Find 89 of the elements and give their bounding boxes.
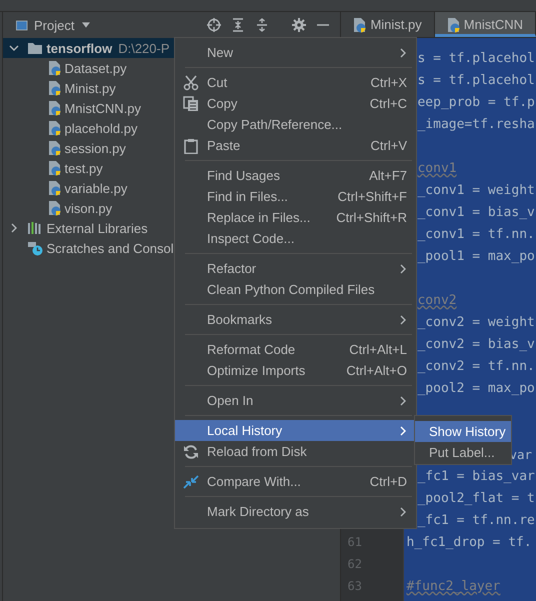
menu-item[interactable]: Replace in Files... Ctrl+Shift+R bbox=[175, 207, 416, 228]
menu-item[interactable]: New bbox=[175, 42, 416, 63]
menu-item[interactable]: Copy Path/Reference... bbox=[175, 114, 416, 135]
refresh-icon bbox=[183, 444, 199, 460]
python-file-icon bbox=[48, 120, 62, 136]
code-line: eep_prob = tf.p bbox=[417, 94, 535, 110]
code-line: s = tf.placehol bbox=[417, 72, 535, 88]
menu-item[interactable]: Reload from Disk bbox=[175, 441, 416, 462]
compare-arrows-icon bbox=[183, 474, 199, 490]
clipboard-icon bbox=[183, 138, 199, 154]
python-file-icon bbox=[353, 16, 366, 32]
menu-item[interactable]: Copy Ctrl+C bbox=[175, 93, 416, 114]
python-file-icon bbox=[48, 60, 62, 76]
menu-item[interactable]: Refactor bbox=[175, 258, 416, 279]
python-file-icon bbox=[48, 160, 62, 176]
tree-item-label[interactable]: Scratches and Consol bbox=[46, 240, 174, 256]
tree-item-label[interactable]: test.py bbox=[64, 160, 103, 176]
menu-item[interactable]: Local History bbox=[175, 420, 416, 441]
python-file-icon bbox=[446, 16, 460, 32]
menu-item[interactable]: Open In bbox=[175, 390, 416, 411]
menu-item[interactable]: Mark Directory as bbox=[175, 501, 416, 522]
code-line: _pool1 = max_po bbox=[417, 248, 535, 264]
chevron-down-icon[interactable] bbox=[9, 43, 20, 53]
code-line: _fc1 = bias_var bbox=[417, 468, 535, 484]
keyboard-shortcut: Alt+F7 bbox=[369, 168, 407, 183]
python-file-icon bbox=[48, 100, 62, 116]
python-file-icon bbox=[48, 180, 62, 196]
tree-item-label[interactable]: Dataset.py bbox=[64, 60, 127, 76]
menu-item[interactable]: Compare With... Ctrl+D bbox=[175, 471, 416, 492]
keyboard-shortcut: Ctrl+Shift+F bbox=[338, 189, 407, 204]
tree-item-label[interactable]: Minist.py bbox=[64, 80, 116, 96]
code-comment: conv1 bbox=[417, 160, 457, 176]
folder-path: D:\220-P bbox=[118, 40, 170, 56]
code-line: _conv2 = weight bbox=[417, 314, 535, 330]
menu-item[interactable]: Find in Files... Ctrl+Shift+F bbox=[175, 186, 416, 207]
tree-item-label[interactable]: tensorflow bbox=[46, 40, 112, 56]
tree-item-label[interactable]: External Libraries bbox=[46, 220, 148, 236]
menu-item[interactable]: Optimize Imports Ctrl+Alt+O bbox=[175, 360, 416, 381]
settings-icon[interactable] bbox=[292, 18, 306, 32]
keyboard-shortcut: Ctrl+Alt+L bbox=[349, 342, 407, 357]
code-comment: conv2 bbox=[417, 292, 457, 308]
code-line: _fc1 = tf.nn.re bbox=[417, 512, 535, 528]
scratch-clock-icon bbox=[27, 240, 44, 256]
code-comment: #func2_layer bbox=[406, 578, 500, 594]
crosshair-icon[interactable] bbox=[207, 18, 222, 32]
code-line: _pool2 = max_po bbox=[417, 380, 535, 396]
tree-item-label[interactable]: session.py bbox=[64, 140, 126, 156]
tree-item-label[interactable]: placehold.py bbox=[64, 120, 138, 136]
keyboard-shortcut: Ctrl+C bbox=[370, 96, 407, 111]
code-line: _conv2 = bias_v bbox=[417, 336, 535, 352]
tree-item-label[interactable]: variable.py bbox=[64, 180, 128, 196]
code-line: _conv1 = bias_v bbox=[417, 204, 535, 220]
code-line: _conv1 = tf.nn. bbox=[417, 226, 535, 242]
python-file-icon bbox=[48, 80, 62, 96]
scissors-icon bbox=[183, 74, 199, 90]
python-file-icon bbox=[48, 140, 62, 156]
keyboard-shortcut: Ctrl+Shift+R bbox=[336, 210, 407, 225]
collapse-all-icon[interactable] bbox=[231, 18, 246, 32]
code-line: s = tf.placehol bbox=[417, 50, 535, 66]
keyboard-shortcut: Ctrl+V bbox=[370, 138, 407, 153]
code-line: _image=tf.resha bbox=[417, 116, 535, 132]
tree-item-label[interactable]: MnistCNN.py bbox=[64, 100, 142, 116]
chevron-right-icon[interactable] bbox=[9, 223, 20, 233]
keyboard-shortcut: Ctrl+Alt+O bbox=[346, 363, 407, 378]
menu-item[interactable]: Inspect Code... bbox=[175, 228, 416, 249]
code-line: h_fc1_drop = tf. bbox=[406, 534, 532, 550]
menu-item[interactable]: Bookmarks bbox=[175, 309, 416, 330]
code-line: _pool2_flat = t bbox=[417, 490, 535, 506]
menu-item[interactable]: Paste Ctrl+V bbox=[175, 135, 416, 156]
editor-tab[interactable]: MnistCNN bbox=[434, 12, 536, 37]
dropdown-caret-icon[interactable] bbox=[82, 22, 90, 28]
menu-item[interactable]: Reformat Code Ctrl+Alt+L bbox=[175, 339, 416, 360]
code-line: _conv2 = tf.nn. bbox=[417, 358, 535, 374]
tree-item-label[interactable]: vison.py bbox=[64, 200, 112, 216]
window-icon bbox=[16, 20, 28, 30]
menu-item[interactable]: Clean Python Compiled Files bbox=[175, 279, 416, 300]
expand-all-icon[interactable] bbox=[255, 18, 270, 32]
code-line: _conv1 = weight bbox=[417, 182, 535, 198]
panel-title[interactable]: Project bbox=[34, 18, 74, 32]
keyboard-shortcut: Ctrl+D bbox=[370, 474, 407, 489]
python-file-icon bbox=[48, 200, 62, 216]
menu-item[interactable]: Find Usages Alt+F7 bbox=[175, 165, 416, 186]
library-icon bbox=[27, 220, 44, 236]
menu-item[interactable]: Cut Ctrl+X bbox=[175, 72, 416, 93]
menu-item[interactable]: Show History bbox=[415, 421, 511, 442]
folder-icon bbox=[27, 40, 44, 56]
copy-icon bbox=[183, 96, 199, 112]
menu-item[interactable]: Put Label... bbox=[415, 442, 511, 463]
keyboard-shortcut: Ctrl+X bbox=[370, 75, 407, 90]
